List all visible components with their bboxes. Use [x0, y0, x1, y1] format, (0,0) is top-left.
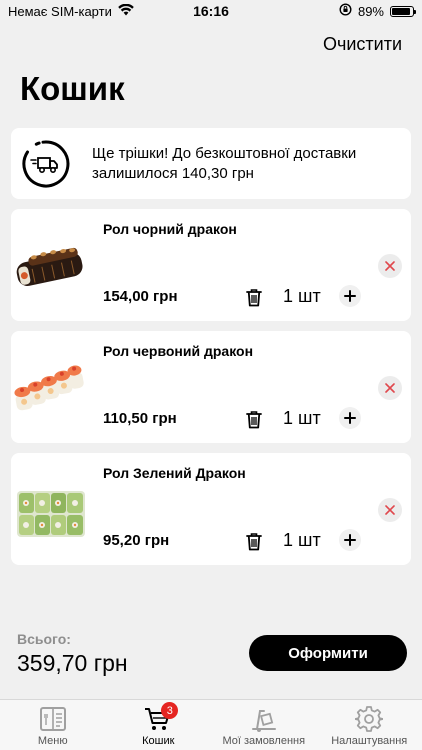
- item-quantity: 1 шт: [283, 408, 321, 428]
- tab-settings[interactable]: Налаштування: [317, 700, 422, 750]
- cart-item: Рол Зелений Дракон 95,20 грн 1 шт: [11, 453, 411, 565]
- cart-count-badge: 3: [161, 702, 179, 719]
- checkout-button[interactable]: Оформити: [249, 635, 407, 671]
- product-image-black-dragon: [11, 223, 89, 307]
- item-quantity: 1 шт: [283, 530, 321, 550]
- plus-icon: [344, 534, 356, 546]
- delivery-truck-icon: [21, 139, 71, 189]
- page-title: Кошик: [20, 70, 125, 107]
- tab-cart[interactable]: 3 Кошик: [106, 700, 212, 750]
- status-bar: Немає SIM-карти 16:16 89%: [0, 0, 422, 22]
- tab-bar: Меню 3 Кошик Мої замовлення Налаштування: [0, 699, 422, 750]
- menu-book-icon: [37, 704, 69, 734]
- product-image-green-dragon: [11, 467, 89, 551]
- delivery-message: Ще трішки! До безкоштовної доставки зали…: [92, 144, 357, 182]
- trash-icon[interactable]: [243, 407, 265, 431]
- tab-my-orders[interactable]: Мої замовлення: [211, 700, 317, 750]
- wifi-icon: [118, 3, 134, 19]
- item-name: Рол Зелений Дракон: [103, 465, 246, 481]
- item-quantity: 1 шт: [283, 286, 321, 306]
- total-value: 359,70 грн: [17, 650, 128, 676]
- battery-fill: [392, 7, 410, 15]
- remove-item-button[interactable]: [378, 254, 402, 278]
- item-price: 95,20 грн: [103, 532, 170, 549]
- remove-item-button[interactable]: [378, 376, 402, 400]
- status-right: 89%: [339, 3, 416, 19]
- status-left: Немає SIM-карти: [8, 3, 134, 19]
- close-icon: [385, 505, 395, 515]
- tab-label: Мої замовлення: [222, 735, 306, 747]
- gear-icon: [353, 704, 385, 734]
- clear-cart-button[interactable]: Очистити: [323, 34, 402, 55]
- close-icon: [385, 383, 395, 393]
- total-label: Всього:: [17, 631, 71, 647]
- battery-icon: [390, 5, 416, 17]
- battery-percent: 89%: [357, 3, 384, 19]
- trash-icon[interactable]: [243, 529, 265, 553]
- tab-label: Налаштування: [331, 735, 408, 747]
- carrier-text: Немає SIM-карти: [8, 3, 112, 19]
- plus-icon: [344, 412, 356, 424]
- orders-icon: [248, 704, 280, 734]
- item-name: Рол червоний дракон: [103, 343, 254, 359]
- cart-item: Рол чорний дракон 154,00 грн 1 шт: [11, 209, 411, 321]
- tab-label: Меню: [37, 735, 68, 747]
- item-name: Рол чорний дракон: [103, 221, 237, 237]
- tab-menu[interactable]: Меню: [0, 700, 106, 750]
- cart-icon: 3: [142, 702, 179, 734]
- cart-item: Рол червоний дракон 110,50 грн 1 шт: [11, 331, 411, 443]
- free-delivery-banner: Ще трішки! До безкоштовної доставки зали…: [11, 128, 411, 199]
- increase-quantity-button[interactable]: [339, 407, 361, 429]
- product-image-red-dragon: [11, 345, 89, 429]
- increase-quantity-button[interactable]: [339, 529, 361, 551]
- item-price: 154,00 грн: [103, 288, 178, 305]
- increase-quantity-button[interactable]: [339, 285, 361, 307]
- item-price: 110,50 грн: [103, 410, 177, 427]
- orientation-lock-icon: [339, 3, 352, 19]
- remove-item-button[interactable]: [378, 498, 402, 522]
- close-icon: [385, 261, 395, 271]
- plus-icon: [344, 290, 356, 302]
- trash-icon[interactable]: [243, 285, 265, 309]
- tab-label: Кошик: [142, 735, 175, 747]
